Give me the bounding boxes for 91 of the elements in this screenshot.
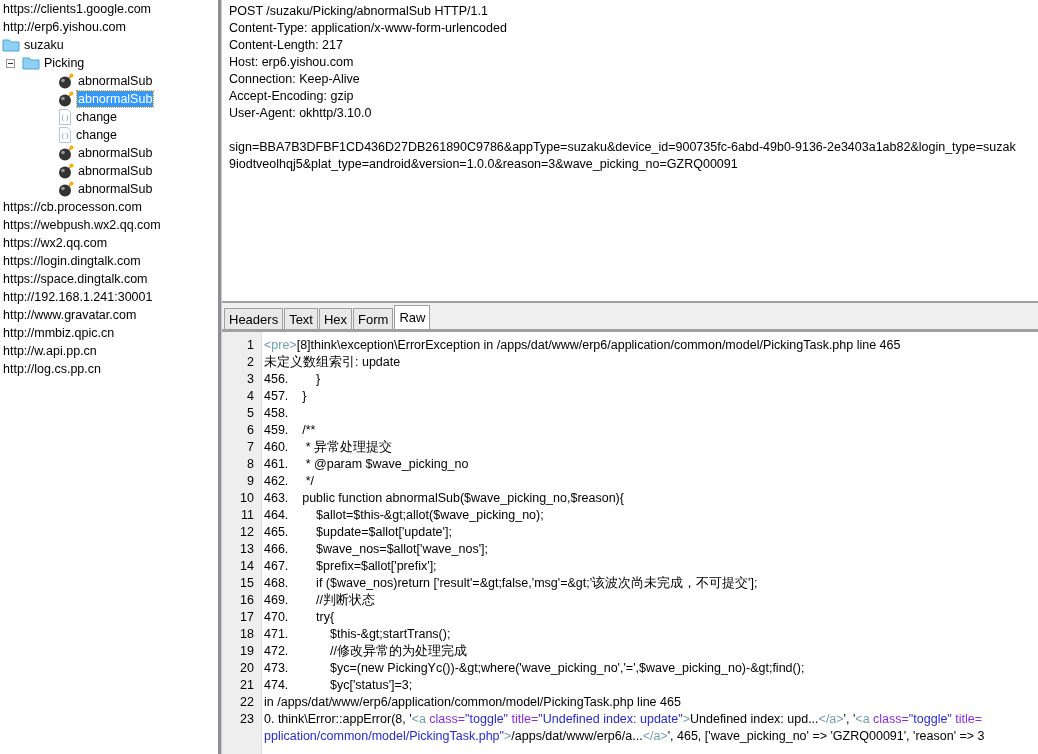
- tree-item[interactable]: abnormalSub: [77, 73, 154, 89]
- line-number: 1: [246, 337, 255, 354]
- line-number: 16: [239, 592, 255, 609]
- line-number: 3: [246, 371, 255, 388]
- line-number: 13: [239, 541, 255, 558]
- line-number: 23: [239, 711, 255, 728]
- request-line: Accept-Encoding: gzip: [229, 88, 355, 105]
- line-number: 6: [246, 422, 255, 439]
- host-item[interactable]: https://clients1.google.com: [2, 1, 152, 17]
- code-line: 468. if ($wave_nos)return ['result'=&gt;false,'msg'=&gt;'该波次尚未完成，不可提交'];: [264, 575, 758, 592]
- code-line: 463. public function abnormalSub($wave_picking_no,$reason){: [264, 490, 624, 507]
- document-icon: [58, 109, 72, 125]
- line-number: 5: [246, 405, 255, 422]
- response-tab[interactable]: Headers: [224, 308, 284, 329]
- line-number: 8: [246, 456, 255, 473]
- response-tab[interactable]: Form: [353, 308, 394, 329]
- line-number: 15: [239, 575, 255, 592]
- code-line: 456. }: [264, 371, 321, 388]
- document-icon: [58, 127, 72, 143]
- line-number: 2: [246, 354, 255, 371]
- code-line: in /apps/dat/www/erp6/application/common/model/PickingTask.php line 465: [264, 694, 681, 711]
- host-item[interactable]: https://cb.processon.com: [2, 199, 143, 215]
- code-line: 466. $wave_nos=$allot['wave_nos'];: [264, 541, 488, 558]
- code-line: 471. $this-&gt;startTrans();: [264, 626, 451, 643]
- response-tab[interactable]: Hex: [319, 308, 353, 329]
- line-number: 22: [239, 694, 255, 711]
- tree-item[interactable]: suzaku: [23, 37, 65, 53]
- host-item[interactable]: http://log.cs.pp.cn: [2, 361, 102, 377]
- bomb-icon: [58, 163, 74, 179]
- tree-item[interactable]: abnormalSub: [77, 145, 154, 161]
- code-line: 457. }: [264, 388, 307, 405]
- code-line: 473. $yc=(new PickingYc())-&gt;where('wave_picking_no','=',$wave_picking_no)-&gt;find();: [264, 660, 805, 677]
- bomb-icon: [58, 181, 74, 197]
- bomb-icon: [58, 73, 74, 89]
- response-tab[interactable]: Text: [284, 308, 318, 329]
- code-line: 469. //判断状态: [264, 592, 376, 609]
- line-number: 7: [246, 439, 255, 456]
- line-number: 12: [239, 524, 255, 541]
- response-tab[interactable]: Raw: [394, 305, 431, 329]
- request-line: Host: erp6.yishou.com: [229, 54, 355, 71]
- code-line: pplication/common/model/PickingTask.php">/apps/dat/www/erp6/a...</a>', 465, ['wave_picking_no' => 'GZRQ00091', 'reason' => 3: [264, 728, 985, 745]
- code-line: 458.: [264, 405, 289, 422]
- bomb-icon: [58, 145, 74, 161]
- line-number: 4: [246, 388, 255, 405]
- code-line: 462. */: [264, 473, 315, 490]
- host-item[interactable]: http://www.gravatar.com: [2, 307, 138, 323]
- host-item[interactable]: https://webpush.wx2.qq.com: [2, 217, 162, 233]
- tree-item[interactable]: Picking: [43, 55, 86, 71]
- code-line: 474. $yc['status']=3;: [264, 677, 413, 694]
- collapse-toggle[interactable]: [6, 58, 15, 68]
- bomb-icon: [58, 91, 74, 107]
- code-line: 460. * 异常处理提交: [264, 439, 393, 456]
- code-line: 0. think\Error::appError(8, '<a class="toggle" title="Undefined index: update">Undefined index: upd...</a>', '<a class="toggle" title=: [264, 711, 983, 728]
- host-item[interactable]: http://192.168.1.241:30001: [2, 289, 154, 305]
- line-number: 19: [239, 643, 255, 660]
- request-line: Content-Type: application/x-www-form-urlencoded: [229, 20, 508, 37]
- host-item[interactable]: http://mmbiz.qpic.cn: [2, 325, 116, 341]
- line-number: 17: [239, 609, 255, 626]
- code-line: 459. /**: [264, 422, 316, 439]
- line-number: 10: [239, 490, 255, 507]
- host-item[interactable]: https://login.dingtalk.com: [2, 253, 142, 269]
- line-number: 11: [240, 507, 255, 524]
- code-line: 472. //修改异常的为处理完成: [264, 643, 467, 660]
- line-number: 14: [239, 558, 255, 575]
- host-item[interactable]: http://erp6.yishou.com: [2, 19, 127, 35]
- line-number: 20: [239, 660, 255, 677]
- code-line: 未定义数组索引: update: [264, 354, 401, 371]
- code-line: 465. $update=$allot['update'];: [264, 524, 452, 541]
- line-number: 18: [239, 626, 255, 643]
- folder-icon: [22, 56, 40, 70]
- tree-item[interactable]: change: [75, 127, 118, 143]
- request-line: User-Agent: okhttp/3.10.0: [229, 105, 373, 122]
- line-number: 21: [239, 677, 255, 694]
- request-line: Content-Length: 217: [229, 37, 344, 54]
- code-line: 464. $allot=$this-&gt;allot($wave_picking_no);: [264, 507, 544, 524]
- host-item[interactable]: https://space.dingtalk.com: [2, 271, 149, 287]
- request-body-line: sign=BBA7B3DFBF1CD436D27DB261890C9786&appType=suzaku&device_id=900735fc-6abd-49b0-9136-2e3403a1ab82&login_type=suzak: [229, 139, 1017, 156]
- code-line: 461. * @param $wave_picking_no: [264, 456, 469, 473]
- request-line: POST /suzaku/Picking/abnormalSub HTTP/1.1: [229, 3, 489, 20]
- host-item[interactable]: https://wx2.qq.com: [2, 235, 109, 251]
- code-line: 467. $prefix=$allot['prefix'];: [264, 558, 437, 575]
- code-line: <pre>[8]think\exception\ErrorException in /apps/dat/www/erp6/application/common/model/PickingTask.php line 465: [264, 337, 901, 354]
- code-line: 470. try{: [264, 609, 335, 626]
- tree-item[interactable]: abnormalSub: [77, 181, 154, 197]
- folder-icon: [2, 38, 20, 52]
- host-item[interactable]: http://w.api.pp.cn: [2, 343, 98, 359]
- request-line: Connection: Keep-Alive: [229, 71, 361, 88]
- tree-item[interactable]: abnormalSub: [77, 163, 154, 179]
- line-number: 9: [246, 473, 255, 490]
- request-body-line: 9iodtveolhqj5&plat_type=android&version=1.0.0&reason=3&wave_picking_no=GZRQ00091: [229, 156, 739, 173]
- tree-item[interactable]: change: [75, 109, 118, 125]
